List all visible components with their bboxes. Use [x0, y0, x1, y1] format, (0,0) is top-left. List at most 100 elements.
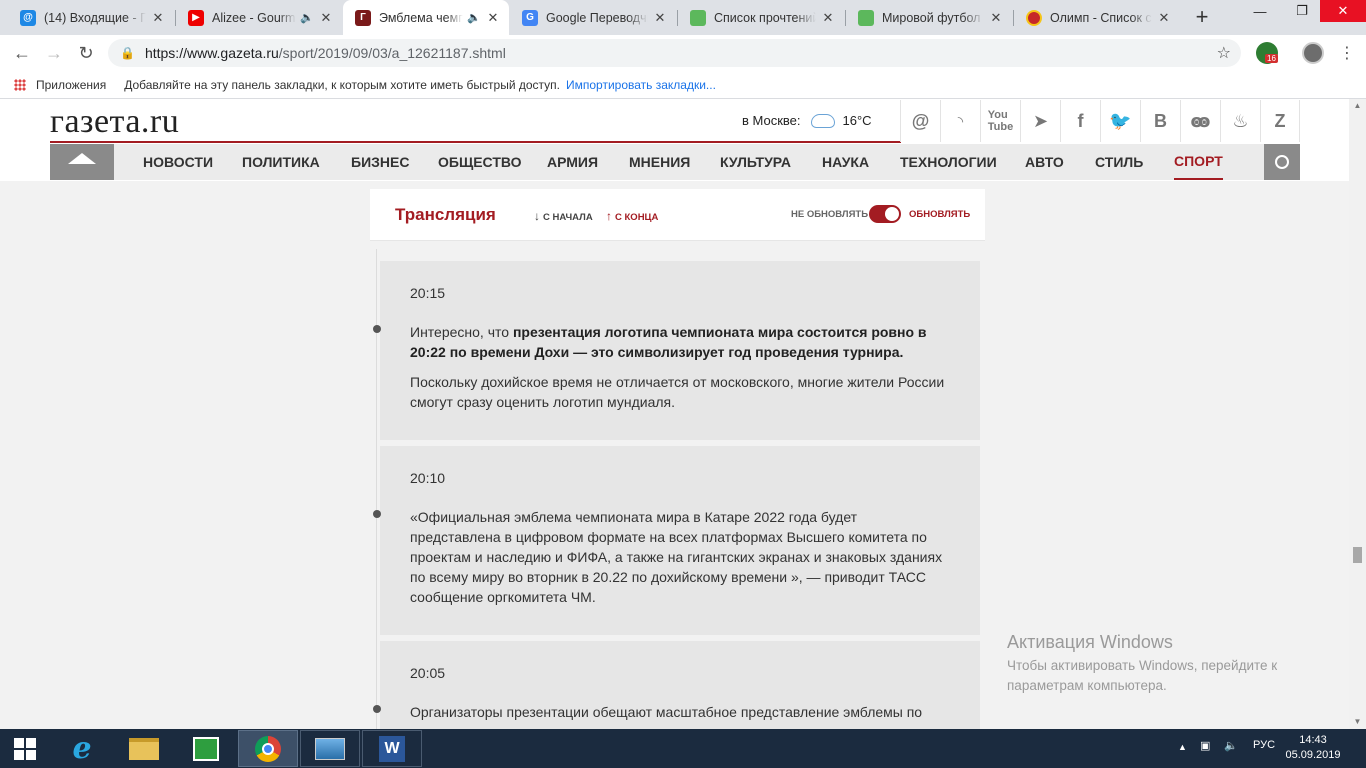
menu-item-technology[interactable]: Технологии [900, 144, 997, 180]
vk-icon[interactable]: B [1140, 100, 1180, 142]
menu-kebab-icon[interactable]: ⋮ [1335, 41, 1359, 65]
internet-explorer-button[interactable]: e [52, 730, 112, 767]
apps-label: Приложения [36, 77, 107, 92]
no-update-label[interactable]: Не обновлять [791, 209, 868, 220]
close-icon[interactable]: ✕ [820, 10, 836, 26]
tab-reading-list[interactable]: Список прочтений ✕ [678, 0, 844, 35]
photos-button[interactable] [300, 730, 360, 767]
close-icon[interactable]: ✕ [485, 10, 501, 26]
scrollbar-thumb[interactable] [1353, 547, 1362, 563]
entry-text: Интересно, что [410, 324, 513, 340]
mail-at-icon[interactable]: @ [900, 100, 940, 142]
site-header: газета.ru в Москве: 16°C @ ◝ You Tube ➤ f… [0, 99, 1349, 181]
menu-item-politics[interactable]: Политика [242, 144, 320, 180]
tab-title: Список прочтений [714, 10, 816, 25]
picture-icon [315, 737, 345, 760]
close-icon[interactable]: ✕ [988, 10, 1004, 26]
update-label[interactable]: Обновлять [909, 209, 970, 220]
close-icon[interactable]: ✕ [318, 10, 334, 26]
chrome-button[interactable] [238, 730, 298, 767]
reload-button[interactable]: ↻ [74, 41, 98, 65]
menu-item-auto[interactable]: Авто [1025, 144, 1064, 180]
weather-label: в Москве: [742, 113, 801, 128]
odnoklassniki-icon[interactable]: ꙭ [1180, 100, 1220, 142]
extension-shield-icon[interactable]: 16 [1256, 42, 1278, 64]
activation-text: Чтобы активировать Windows, перейдите к … [1007, 658, 1278, 693]
menu-item-news[interactable]: Новости [143, 144, 213, 180]
restore-button[interactable]: ❐ [1282, 0, 1322, 22]
apps-shortcut[interactable]: Приложения [14, 78, 106, 92]
telegram-icon[interactable]: ➤ [1020, 100, 1060, 142]
word-button[interactable]: W [362, 730, 422, 767]
menu-item-science[interactable]: Наука [822, 144, 869, 180]
lock-icon[interactable]: 🔒 [120, 46, 135, 60]
file-explorer-button[interactable] [114, 730, 174, 767]
profile-avatar[interactable] [1302, 42, 1324, 64]
youtube-icon[interactable]: You Tube [980, 100, 1020, 142]
entry-paragraph: «Официальная эмблема чемпионата мира в К… [410, 509, 943, 605]
bookmark-star-icon[interactable]: ☆ [1217, 43, 1231, 63]
start-button[interactable] [0, 730, 50, 767]
network-icon[interactable]: ▣ [1200, 739, 1210, 752]
tab-mail[interactable]: @ (14) Входящие - Почта Mail.ru ✕ [8, 0, 174, 35]
tab-gazeta[interactable]: Г Эмблема чемпионата мира 🔈 ✕ [343, 0, 509, 35]
header-rule [50, 141, 901, 143]
tab-olimp[interactable]: Олимп - Список ставок ✕ [1014, 0, 1180, 35]
menu-item-army[interactable]: Армия [547, 144, 598, 180]
volume-icon[interactable]: 🔈 [1224, 739, 1238, 752]
store-button[interactable] [176, 730, 236, 767]
site-logo[interactable]: газета.ru [50, 103, 179, 141]
menu-item-society[interactable]: Общество [438, 144, 522, 180]
store-icon [193, 736, 219, 761]
close-icon[interactable]: ✕ [652, 10, 668, 26]
word-icon: W [379, 735, 405, 762]
address-bar[interactable]: 🔒 https://www.gazeta.ru/sport/2019/09/03… [108, 39, 1241, 67]
menu-item-style[interactable]: Стиль [1095, 144, 1143, 180]
forward-button[interactable]: → [42, 41, 66, 65]
rss-icon[interactable]: ◝ [940, 100, 980, 142]
page-scrollbar[interactable]: ▲ ▼ [1349, 99, 1366, 729]
speaker-icon[interactable]: 🔈 [467, 11, 481, 24]
internet-explorer-icon: e [72, 731, 92, 766]
feed-entry: 20:10 «Официальная эмблема чемпионата ми… [380, 446, 980, 635]
url-host: https://www.gazeta.ru [144, 45, 279, 61]
tray-expand-icon[interactable]: ▲ [1178, 742, 1187, 752]
green-square-icon [858, 9, 874, 26]
system-clock[interactable]: 14:43 05.09.2019 [1283, 733, 1343, 763]
zen-icon[interactable]: Z [1260, 100, 1300, 142]
menu-item-business[interactable]: Бизнес [351, 144, 409, 180]
site-search-button[interactable] [1264, 144, 1300, 180]
feed-header: Трансляция ↓ С начала ↑ С конца Не обновля… [370, 189, 985, 241]
import-bookmarks-link[interactable]: Импортировать закладки... [566, 78, 716, 92]
entry-paragraph: Поскольку дохийское время не отличается … [410, 374, 945, 410]
window-close-button[interactable]: ✕ [1320, 0, 1366, 22]
tab-world-football[interactable]: Мировой футбол - ЧМ ✕ [846, 0, 1012, 35]
back-button[interactable]: ← [10, 41, 34, 65]
new-tab-button[interactable]: + [1190, 5, 1214, 29]
home-button[interactable] [50, 144, 114, 180]
scroll-down-arrow-icon[interactable]: ▼ [1349, 715, 1366, 729]
bookmarks-bar: Приложения Добавляйте на эту панель закл… [0, 71, 1366, 99]
tab-youtube[interactable]: ▶ Alizee - Gourmandises 🔈 ✕ [176, 0, 342, 35]
menu-item-opinions[interactable]: Мнения [629, 144, 690, 180]
close-icon[interactable]: ✕ [1156, 10, 1172, 26]
close-icon[interactable]: ✕ [150, 10, 166, 26]
menu-item-culture[interactable]: Культура [720, 144, 791, 180]
youtube-icon: ▶ [188, 9, 204, 26]
twitter-icon[interactable]: 🐦 [1100, 100, 1140, 142]
scroll-up-arrow-icon[interactable]: ▲ [1349, 99, 1366, 113]
facebook-icon[interactable]: f [1060, 100, 1100, 142]
sort-from-end-button[interactable]: ↑ С конца [606, 209, 658, 223]
fire-icon[interactable]: ♨ [1220, 100, 1260, 142]
green-square-icon [690, 9, 706, 26]
tab-title: (14) Входящие - Почта Mail.ru [44, 10, 146, 25]
speaker-icon[interactable]: 🔈 [300, 11, 314, 24]
bookmarks-hint: Добавляйте на эту панель закладки, к кот… [124, 77, 560, 92]
minimize-button[interactable]: — [1240, 0, 1280, 22]
weather-widget: в Москве: 16°C [742, 113, 872, 128]
tab-translate[interactable]: G Google Переводчик ✕ [510, 0, 676, 35]
sort-from-start-button[interactable]: ↓ С начала [534, 209, 593, 223]
language-indicator[interactable]: РУС [1253, 739, 1275, 751]
auto-update-toggle[interactable] [869, 205, 901, 223]
menu-item-sport[interactable]: Спорт [1174, 144, 1223, 180]
